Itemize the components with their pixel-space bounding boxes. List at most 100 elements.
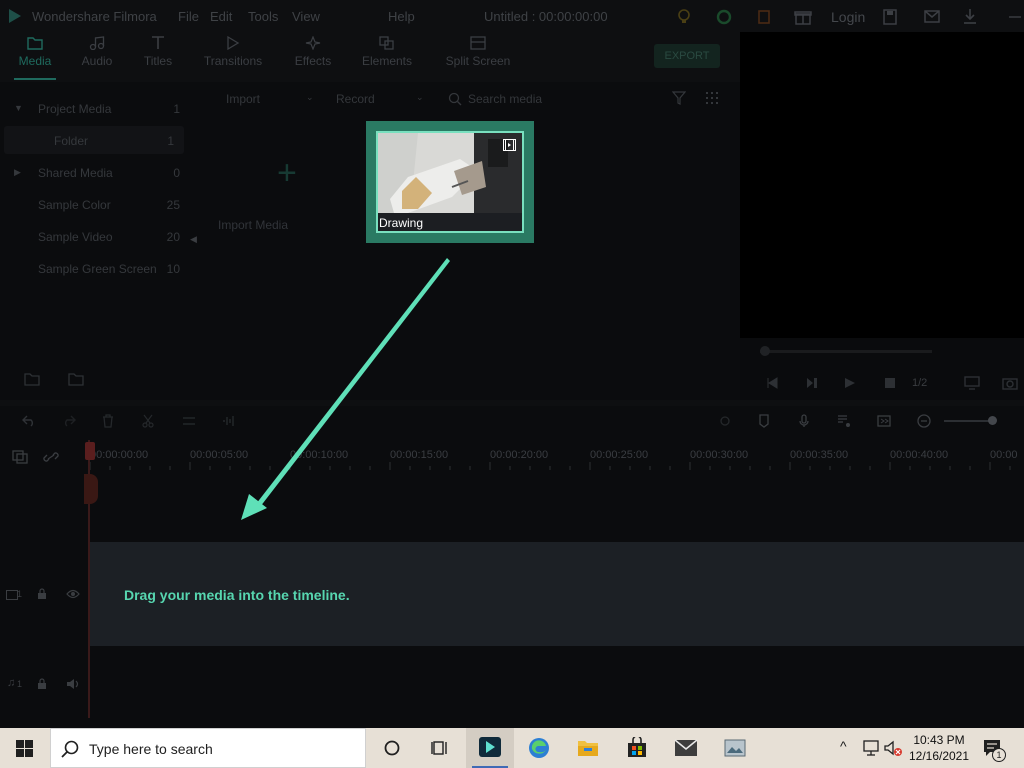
ruler-tick-label: 00:00	[990, 449, 1018, 461]
project-media-label: Project Media	[38, 102, 112, 116]
playhead-marker[interactable]	[84, 474, 98, 504]
system-clock[interactable]: 10:43 PM 12/16/2021	[904, 732, 974, 764]
tab-elements[interactable]: Elements	[358, 36, 416, 80]
notice-icon[interactable]	[756, 8, 772, 26]
audio-track-number: 1	[17, 679, 23, 689]
shared-media-item[interactable]: ▶ Shared Media 0	[0, 158, 190, 186]
play-icon[interactable]	[844, 377, 856, 389]
tab-split-screen[interactable]: Split Screen	[442, 36, 514, 80]
display-icon[interactable]	[964, 376, 980, 390]
render-icon[interactable]	[718, 415, 732, 427]
login-link[interactable]: Login	[831, 9, 865, 25]
project-media-item[interactable]: ▼ Project Media 1	[0, 94, 190, 122]
taskbar-search-placeholder: Type here to search	[89, 741, 213, 757]
save-icon[interactable]	[882, 8, 898, 26]
undo-icon[interactable]	[22, 415, 36, 427]
menu-view[interactable]: View	[292, 9, 320, 24]
lock-icon[interactable]	[37, 588, 47, 600]
app-name: Wondershare Filmora	[32, 9, 157, 24]
sample-color-item[interactable]: Sample Color 25	[0, 190, 190, 218]
dragged-media-thumbnail[interactable]: Drawing	[366, 121, 534, 243]
redo-icon[interactable]	[62, 415, 76, 427]
audio-wave-icon[interactable]	[222, 415, 236, 427]
task-view-button[interactable]	[416, 728, 464, 768]
sync-icon[interactable]	[716, 8, 732, 26]
taskbar-edge-app[interactable]	[515, 728, 563, 768]
taskbar-image-app[interactable]	[711, 728, 759, 768]
timeline-ruler[interactable]: 00:00:00:00 00:00:05:00 00:00:10:00 00:0…	[88, 440, 1024, 470]
play-pause-icon[interactable]	[806, 377, 818, 389]
taskbar-file-explorer-app[interactable]	[564, 728, 612, 768]
sample-color-count: 25	[166, 198, 180, 212]
import-dropdown[interactable]: Import	[226, 92, 260, 106]
minimize-icon[interactable]	[1008, 8, 1022, 26]
collapse-panel-icon[interactable]: ◀	[190, 234, 197, 245]
mail-icon[interactable]	[924, 8, 940, 26]
gift-icon[interactable]	[794, 8, 812, 26]
menu-tools[interactable]: Tools	[248, 9, 278, 24]
auto-ripple-icon[interactable]	[877, 414, 891, 428]
tab-audio[interactable]: Audio	[76, 36, 118, 80]
image-viewer-icon	[724, 739, 746, 757]
text-icon	[152, 36, 164, 49]
preview-ratio[interactable]: 1/2	[912, 377, 927, 389]
filter-icon[interactable]	[672, 91, 686, 105]
grid-view-icon[interactable]	[705, 91, 719, 105]
folder-item[interactable]: Folder 1	[4, 126, 184, 154]
playhead-handle[interactable]	[85, 442, 95, 460]
cut-icon[interactable]	[142, 414, 154, 428]
playback-progress-bar[interactable]	[760, 350, 932, 353]
export-button[interactable]: EXPORT	[654, 44, 720, 68]
tab-effects[interactable]: Effects	[290, 36, 336, 80]
download-icon[interactable]	[962, 8, 978, 26]
adjust-icon[interactable]	[182, 415, 196, 427]
taskbar-mail-app[interactable]	[662, 728, 710, 768]
tab-media[interactable]: Media	[14, 36, 56, 80]
lock-icon[interactable]	[37, 678, 47, 690]
expand-down-icon[interactable]: ▼	[14, 103, 23, 113]
new-folder-icon[interactable]	[24, 372, 40, 386]
search-media-input[interactable]: Search media	[446, 90, 666, 108]
tab-titles[interactable]: Titles	[138, 36, 178, 80]
clock-time: 10:43 PM	[913, 733, 965, 747]
ruler-tick-label: 00:00:40:00	[890, 449, 949, 461]
tab-split-screen-label: Split Screen	[445, 54, 511, 68]
sample-video-item[interactable]: Sample Video 20	[0, 222, 190, 250]
record-dropdown[interactable]: Record	[336, 92, 375, 106]
taskbar-search-box[interactable]: Type here to search	[50, 728, 366, 768]
zoom-slider-handle[interactable]	[988, 416, 997, 425]
progress-handle[interactable]	[760, 346, 770, 356]
video-preview-image	[378, 133, 522, 213]
cortana-button[interactable]	[368, 728, 416, 768]
start-button[interactable]	[0, 728, 50, 768]
add-track-icon[interactable]	[12, 450, 28, 464]
menu-file[interactable]: File	[178, 9, 199, 24]
microphone-icon[interactable]	[797, 414, 811, 428]
zoom-out-icon[interactable]	[917, 414, 931, 428]
folder-icon[interactable]	[68, 372, 84, 386]
notification-count-badge: 1	[992, 748, 1006, 762]
bulb-icon[interactable]	[676, 8, 692, 26]
tab-transitions[interactable]: Transitions	[200, 36, 266, 80]
chevron-down-icon[interactable]: ⌄	[416, 92, 424, 103]
import-media-tile[interactable]: + Import Media	[212, 128, 362, 238]
speaker-icon[interactable]	[66, 678, 80, 690]
expand-right-icon[interactable]: ▶	[14, 167, 21, 178]
chevron-down-icon[interactable]: ⌄	[306, 92, 314, 103]
taskbar-store-app[interactable]	[613, 728, 661, 768]
taskbar-filmora-app[interactable]	[466, 728, 514, 768]
link-icon[interactable]	[43, 450, 59, 464]
step-back-icon[interactable]	[766, 377, 778, 389]
menu-help[interactable]: Help	[388, 9, 415, 24]
menu-edit[interactable]: Edit	[210, 9, 232, 24]
delete-icon[interactable]	[102, 414, 114, 428]
voiceover-icon[interactable]	[837, 414, 851, 428]
snapshot-icon[interactable]	[1002, 376, 1018, 390]
volume-muted-icon[interactable]	[884, 740, 904, 758]
eye-icon[interactable]	[66, 589, 80, 599]
show-hidden-icons-chevron-icon[interactable]: ^	[840, 738, 847, 754]
stop-icon[interactable]	[884, 377, 896, 389]
marker-icon[interactable]	[757, 414, 771, 428]
network-icon[interactable]	[862, 740, 880, 756]
sample-green-screen-item[interactable]: Sample Green Screen 10	[0, 254, 190, 282]
